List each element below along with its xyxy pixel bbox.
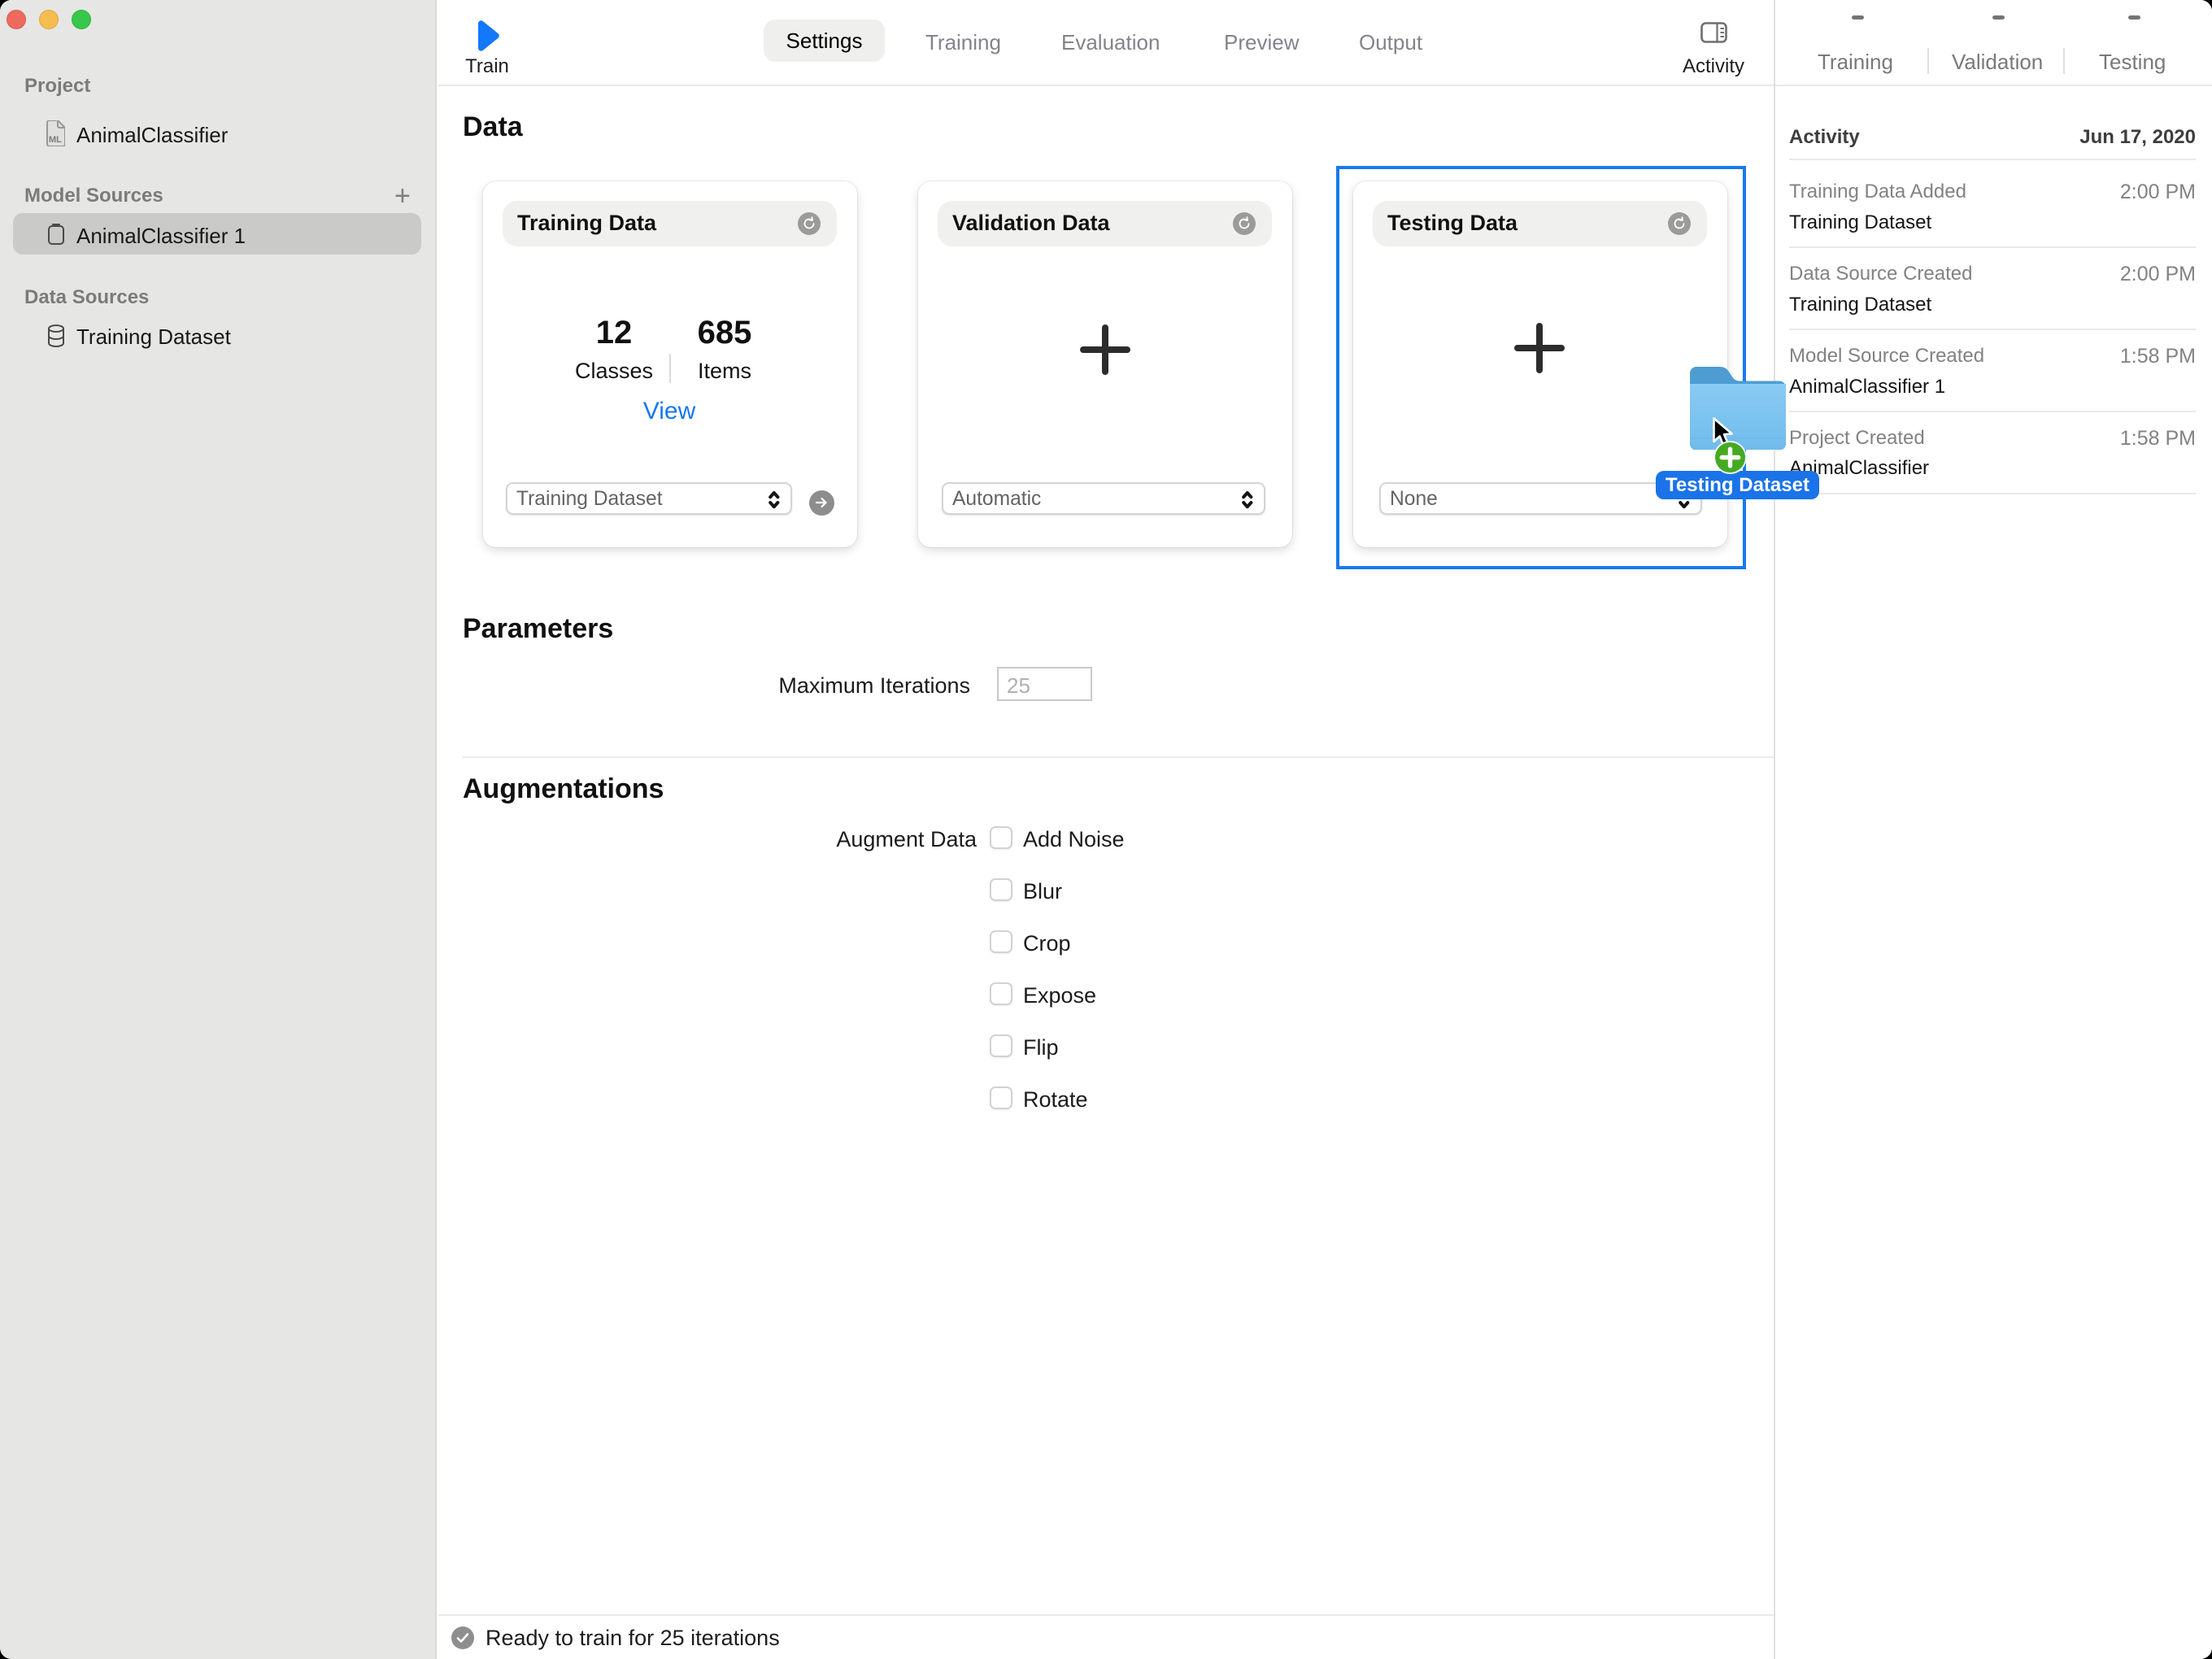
svg-text:ML: ML — [49, 135, 62, 145]
